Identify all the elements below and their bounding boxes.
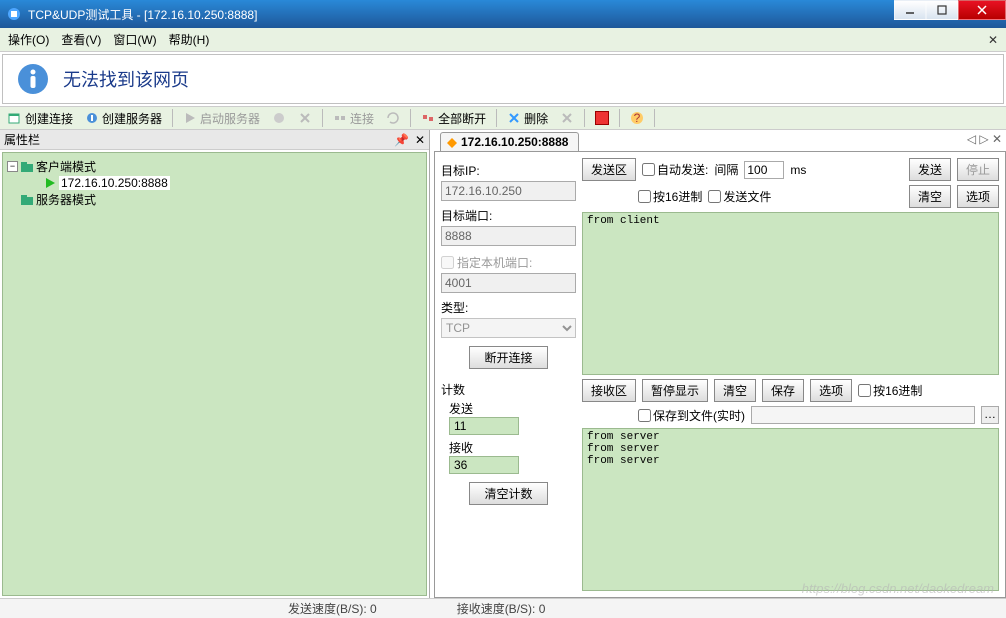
menu-help[interactable]: 帮助(H) <box>169 31 210 48</box>
svg-text:?: ? <box>634 111 641 125</box>
target-port-label: 目标端口: <box>441 207 576 224</box>
send-header: 发送区 自动发送: 间隔 ms 发送 停止 <box>582 158 999 181</box>
send-hex-checkbox[interactable] <box>638 190 651 203</box>
status-bar: 发送速度(B/S): 0 接收速度(B/S): 0 <box>0 598 1006 618</box>
tab-row: 172.16.10.250:8888 ◁ ▷ ✕ <box>434 130 1006 152</box>
title-bar: TCP&UDP测试工具 - [172.16.10.250:8888] <box>0 0 1006 28</box>
folder-icon <box>20 160 34 174</box>
pin-icon[interactable]: 📌 <box>394 133 409 147</box>
recv-header: 接收区 暂停显示 清空 保存 选项 按16进制 <box>582 379 999 402</box>
recv-clear-button[interactable]: 清空 <box>714 379 756 402</box>
connection-node[interactable]: 172.16.10.250:8888 <box>59 176 170 190</box>
toolbar-delete-disabled-icon[interactable] <box>556 110 578 126</box>
recv-hex-checkbox[interactable] <box>858 384 871 397</box>
connection-form: 目标IP: 目标端口: 指定本机端口: 类型: TCP 断开连接 计数 发送 1… <box>441 158 576 591</box>
disconnect-button[interactable]: 断开连接 <box>469 346 547 369</box>
tree-collapse-icon[interactable]: − <box>7 161 18 172</box>
local-port-input <box>441 273 576 293</box>
recv-count-label: 接收 <box>449 439 576 456</box>
info-icon <box>17 63 49 95</box>
properties-panel: 属性栏 📌 ✕ − 客户端模式 172.16.10.250:8888 服务器模式 <box>0 130 430 598</box>
send-clear-button[interactable]: 清空 <box>909 185 951 208</box>
menu-close-icon[interactable]: ✕ <box>988 33 998 47</box>
toolbar-delete-server-icon[interactable] <box>294 110 316 126</box>
banner-text: 无法找到该网页 <box>63 66 189 92</box>
create-server-button[interactable]: 创建服务器 <box>81 109 166 128</box>
type-label: 类型: <box>441 299 576 316</box>
recv-save-button[interactable]: 保存 <box>762 379 804 402</box>
close-button[interactable] <box>958 0 1006 20</box>
pause-display-button[interactable]: 暂停显示 <box>642 379 708 402</box>
send-file-checkbox[interactable] <box>708 190 721 203</box>
target-ip-input[interactable] <box>441 181 576 201</box>
toolbar-help-icon[interactable]: ? <box>626 110 648 126</box>
interval-input[interactable] <box>744 161 784 179</box>
maximize-button[interactable] <box>926 0 958 20</box>
send-button[interactable]: 发送 <box>909 158 951 181</box>
server-mode-node[interactable]: 服务器模式 <box>36 191 96 208</box>
browse-button[interactable]: … <box>981 406 999 424</box>
recv-textarea[interactable]: from server from server from server <box>582 428 999 591</box>
stop-button: 停止 <box>957 158 999 181</box>
watermark: https://blog.csdn.net/daokedream <box>802 581 994 596</box>
play-icon <box>43 176 57 190</box>
properties-panel-title: 属性栏 <box>4 131 40 148</box>
target-port-input[interactable] <box>441 226 576 246</box>
toolbar-record-icon[interactable] <box>591 110 613 126</box>
menu-bar: 操作(O) 查看(V) 窗口(W) 帮助(H) ✕ <box>0 28 1006 52</box>
minimize-button[interactable] <box>894 0 926 20</box>
connection-tree[interactable]: − 客户端模式 172.16.10.250:8888 服务器模式 <box>2 152 427 596</box>
toolbar-reconnect-icon[interactable] <box>382 110 404 126</box>
target-ip-label: 目标IP: <box>441 162 576 179</box>
app-icon <box>6 6 22 22</box>
menu-view[interactable]: 查看(V) <box>61 31 101 48</box>
menu-window[interactable]: 窗口(W) <box>113 31 156 48</box>
info-banner: 无法找到该网页 <box>2 54 1004 104</box>
create-connection-button[interactable]: 创建连接 <box>4 109 77 128</box>
local-port-checkbox <box>441 256 454 269</box>
auto-send-checkbox[interactable] <box>642 163 655 176</box>
toolbar: 创建连接 创建服务器 启动服务器 连接 全部断开 删除 ? <box>0 106 1006 130</box>
send-area-label: 发送区 <box>582 158 636 181</box>
save-to-file-checkbox[interactable] <box>638 409 651 422</box>
connect-button[interactable]: 连接 <box>329 109 378 128</box>
stats-label: 计数 <box>441 381 576 398</box>
window-title: TCP&UDP测试工具 - [172.16.10.250:8888] <box>28 6 894 23</box>
clear-stats-button[interactable]: 清空计数 <box>469 482 547 505</box>
connection-tab[interactable]: 172.16.10.250:8888 <box>440 132 579 151</box>
recv-area-label: 接收区 <box>582 379 636 402</box>
toolbar-stop-icon[interactable] <box>268 110 290 126</box>
disconnect-all-button[interactable]: 全部断开 <box>417 109 490 128</box>
panel-close-icon[interactable]: ✕ <box>415 133 425 147</box>
tab-status-icon <box>447 137 457 147</box>
recv-speed: 接收速度(B/S): 0 <box>457 600 546 617</box>
send-options-button[interactable]: 选项 <box>957 185 999 208</box>
type-select: TCP <box>441 318 576 338</box>
recv-count: 36 <box>449 456 519 474</box>
menu-operate[interactable]: 操作(O) <box>8 31 49 48</box>
delete-button[interactable]: 删除 <box>503 109 552 128</box>
send-speed: 发送速度(B/S): 0 <box>288 600 377 617</box>
save-path-input[interactable] <box>751 406 975 424</box>
folder-icon <box>20 193 34 207</box>
tab-nav[interactable]: ◁ ▷ ✕ <box>967 132 1002 146</box>
send-count-label: 发送 <box>449 402 473 416</box>
start-server-button[interactable]: 启动服务器 <box>179 109 264 128</box>
recv-options-button[interactable]: 选项 <box>810 379 852 402</box>
client-mode-node[interactable]: 客户端模式 <box>36 158 96 175</box>
send-textarea[interactable]: from client <box>582 212 999 375</box>
send-count: 11 <box>449 417 519 435</box>
